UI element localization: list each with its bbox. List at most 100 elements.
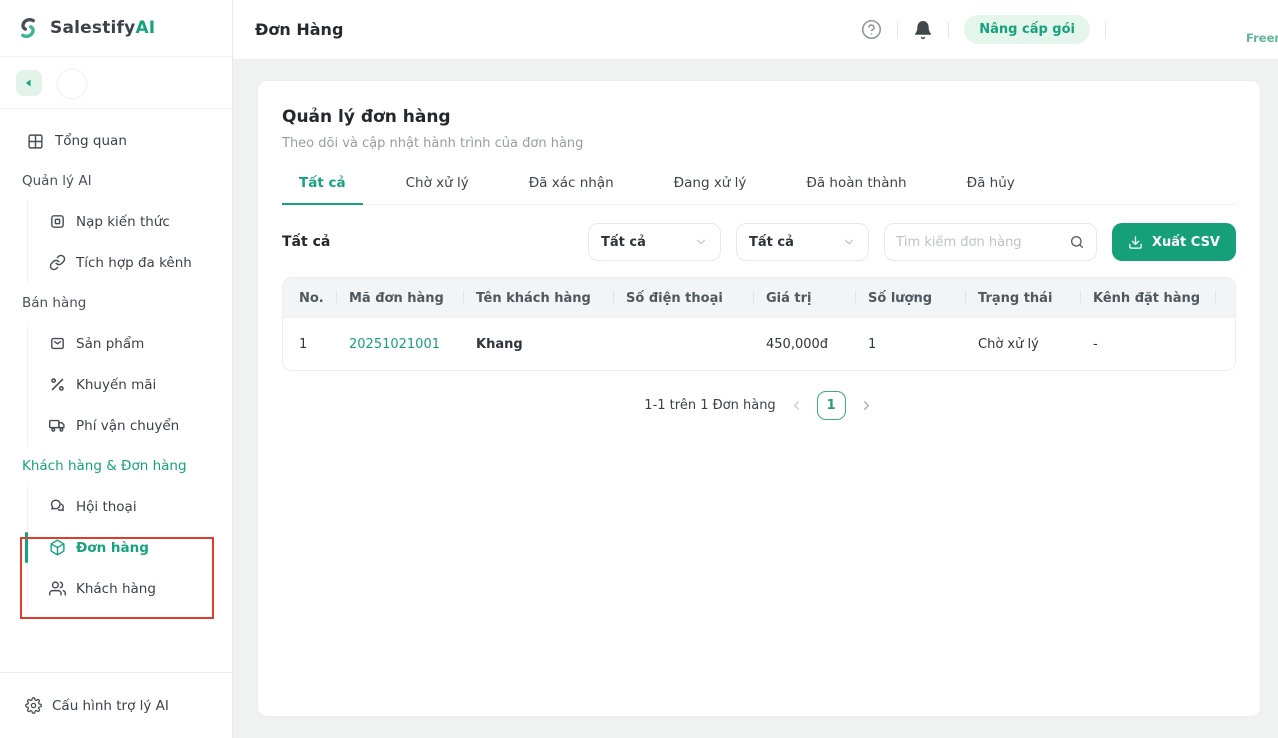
link-icon bbox=[48, 254, 66, 272]
percent-icon bbox=[48, 376, 66, 394]
table-header-row: No. Mã đơn hàng Tên khách hàng Số điện t… bbox=[283, 278, 1235, 318]
pagination-summary: 1-1 trên 1 Đơn hàng bbox=[644, 398, 775, 413]
tab-dang-xu-ly[interactable]: Đang xử lý bbox=[657, 175, 764, 204]
pagination: 1-1 trên 1 Đơn hàng 1 bbox=[282, 391, 1236, 420]
cell-channel: - bbox=[1093, 337, 1228, 352]
divider bbox=[948, 22, 949, 38]
avatar-placeholder bbox=[56, 68, 88, 100]
order-search bbox=[884, 223, 1097, 261]
chevron-down-icon bbox=[842, 235, 856, 249]
truck-icon bbox=[48, 417, 66, 435]
channel-filter-select[interactable]: Tất cả bbox=[736, 223, 869, 261]
sidebar-item-label: Phí vận chuyển bbox=[76, 418, 179, 434]
sidebar-item-overview[interactable]: Tổng quan bbox=[0, 121, 232, 161]
sidebar-item-tich-hop-da-kenh[interactable]: Tích hợp đa kênh bbox=[28, 242, 232, 283]
eye-icon[interactable] bbox=[1232, 333, 1236, 355]
orders-card: Quản lý đơn hàng Theo dõi và cập nhật hà… bbox=[257, 80, 1261, 717]
gear-icon bbox=[24, 697, 42, 715]
col-customer: Tên khách hàng bbox=[476, 291, 626, 306]
cell-status: Chờ xử lý bbox=[978, 337, 1093, 352]
sidebar-item-label: Tích hợp đa kênh bbox=[76, 255, 192, 271]
cell-quantity: 1 bbox=[868, 337, 978, 352]
sidebar-collapse-row bbox=[0, 57, 232, 109]
chat-icon bbox=[48, 498, 66, 516]
sidebar-item-khuyen-mai[interactable]: Khuyến mãi bbox=[28, 364, 232, 405]
status-tabs: Tất cả Chờ xử lý Đã xác nhận Đang xử lý … bbox=[282, 175, 1236, 205]
cell-value: 450,000đ bbox=[766, 337, 868, 352]
sidebar-section-khach-hang-don-hang: Khách hàng & Đơn hàng bbox=[0, 446, 232, 486]
sidebar-item-phi-van-chuyen[interactable]: Phí vận chuyển bbox=[28, 405, 232, 446]
cell-no: 1 bbox=[299, 337, 349, 352]
sidebar-item-label: Nạp kiến thức bbox=[76, 214, 170, 230]
col-channel: Kênh đặt hàng bbox=[1093, 291, 1228, 306]
knowledge-icon bbox=[48, 213, 66, 231]
status-filter-value: Tất cả bbox=[601, 235, 646, 250]
col-order-code: Mã đơn hàng bbox=[349, 291, 476, 306]
grid-icon bbox=[26, 132, 44, 150]
topbar-actions: Nâng cấp gói bbox=[861, 15, 1106, 44]
upgrade-plan-button[interactable]: Nâng cấp gói bbox=[964, 15, 1090, 44]
sidebar-section-ban-hang: Bán hàng bbox=[0, 283, 232, 323]
col-quantity: Số lượng bbox=[868, 291, 978, 306]
download-icon bbox=[1128, 235, 1143, 250]
list-title: Tất cả bbox=[282, 234, 330, 250]
tab-cho-xu-ly[interactable]: Chờ xử lý bbox=[389, 175, 486, 204]
status-filter-select[interactable]: Tất cả bbox=[588, 223, 721, 261]
sidebar-item-label: Sản phẩm bbox=[76, 336, 144, 352]
export-csv-label: Xuất CSV bbox=[1152, 235, 1220, 250]
product-icon bbox=[48, 335, 66, 353]
page-header-title: Đơn Hàng bbox=[255, 20, 343, 39]
topbar: Đơn Hàng Nâng cấp gói Freem bbox=[233, 0, 1278, 60]
col-phone: Số điện thoại bbox=[626, 291, 766, 306]
tab-da-hoan-thanh[interactable]: Đã hoàn thành bbox=[789, 175, 923, 204]
search-icon[interactable] bbox=[1069, 234, 1085, 250]
cell-order-code[interactable]: 20251021001 bbox=[349, 337, 476, 352]
table-row: 1 20251021001 Khang 450,000đ 1 Chờ xử lý… bbox=[283, 318, 1235, 370]
sidebar-subgroup: Sản phẩm Khuyến mãi Phí vận chuyển bbox=[27, 323, 232, 446]
users-icon bbox=[48, 580, 66, 598]
chevron-left-icon[interactable] bbox=[789, 398, 804, 413]
divider bbox=[897, 22, 898, 38]
sidebar-item-label: Hội thoại bbox=[76, 499, 137, 515]
sidebar-item-label: Khuyến mãi bbox=[76, 377, 156, 393]
col-status: Trạng thái bbox=[978, 291, 1093, 306]
col-value: Giá trị bbox=[766, 291, 868, 306]
sidebar-item-label: Khách hàng bbox=[76, 581, 156, 597]
sidebar-subgroup: Hội thoại Đơn hàng Khách hàng bbox=[27, 486, 232, 609]
sidebar-item-cau-hinh-tro-ly-ai[interactable]: Cấu hình trợ lý AI bbox=[0, 672, 232, 738]
filter-row: Tất cả Tất cả Tất cả bbox=[282, 223, 1236, 261]
tab-da-xac-nhan[interactable]: Đã xác nhận bbox=[512, 175, 631, 204]
sidebar-item-nap-kien-thuc[interactable]: Nạp kiến thức bbox=[28, 201, 232, 242]
channel-filter-value: Tất cả bbox=[749, 235, 794, 250]
sidebar-item-label: Đơn hàng bbox=[76, 540, 149, 556]
col-no: No. bbox=[299, 291, 349, 306]
sidebar-collapse-button[interactable] bbox=[16, 70, 42, 96]
page-number-button[interactable]: 1 bbox=[817, 391, 846, 420]
brand-name: SalestifyAI bbox=[50, 18, 155, 38]
sidebar-section-quan-ly-ai: Quản lý AI bbox=[0, 161, 232, 201]
logo: SalestifyAI bbox=[0, 0, 232, 57]
bell-icon[interactable] bbox=[913, 20, 933, 40]
plan-label: Freem bbox=[1246, 31, 1278, 45]
chevron-down-icon bbox=[694, 235, 708, 249]
page-title: Quản lý đơn hàng bbox=[282, 107, 1236, 127]
sidebar-footer-label: Cấu hình trợ lý AI bbox=[52, 698, 169, 714]
chevron-right-icon[interactable] bbox=[859, 398, 874, 413]
sidebar-item-khach-hang[interactable]: Khách hàng bbox=[28, 568, 232, 609]
brand-logo-icon bbox=[15, 15, 41, 41]
filter-controls: Tất cả Tất cả Xuấ bbox=[588, 223, 1236, 261]
page-subtitle: Theo dõi và cập nhật hành trình của đơn … bbox=[282, 136, 1236, 151]
sidebar-menu: Tổng quan Quản lý AI Nạp kiến thức Tích … bbox=[0, 109, 232, 609]
cell-customer: Khang bbox=[476, 337, 626, 352]
help-circle-icon[interactable] bbox=[861, 19, 882, 40]
sidebar-item-don-hang[interactable]: Đơn hàng bbox=[28, 527, 232, 568]
sidebar-item-hoi-thoai[interactable]: Hội thoại bbox=[28, 486, 232, 527]
search-input[interactable] bbox=[896, 235, 1069, 250]
sidebar-item-san-pham[interactable]: Sản phẩm bbox=[28, 323, 232, 364]
tab-da-huy[interactable]: Đã hủy bbox=[950, 175, 1032, 204]
sidebar-item-label: Tổng quan bbox=[55, 133, 127, 149]
export-csv-button[interactable]: Xuất CSV bbox=[1112, 223, 1236, 261]
tab-tat-ca[interactable]: Tất cả bbox=[282, 175, 363, 204]
divider bbox=[1105, 22, 1106, 38]
package-icon bbox=[48, 539, 66, 557]
